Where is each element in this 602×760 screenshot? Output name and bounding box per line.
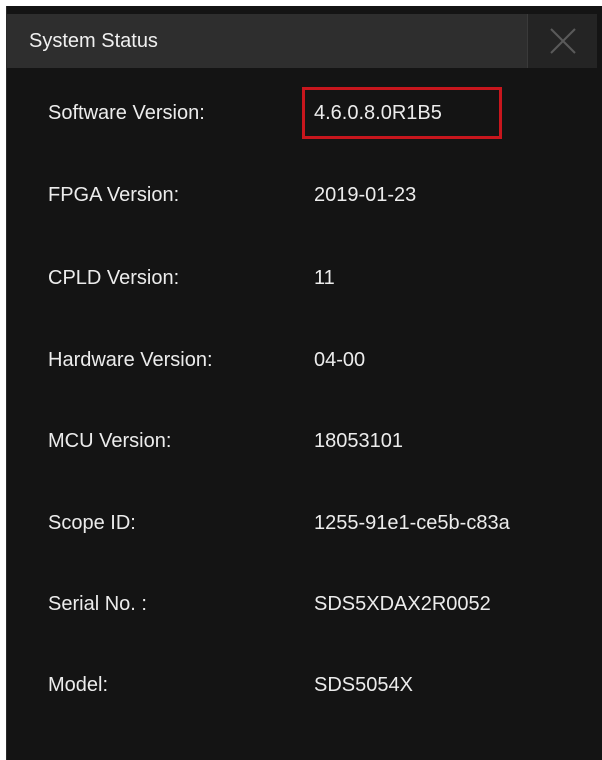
info-row-hardware-version: Hardware Version: 04-00 bbox=[7, 340, 597, 380]
mcu-version-value: 18053101 bbox=[314, 430, 403, 452]
close-button[interactable] bbox=[527, 14, 597, 68]
software-version-highlight bbox=[302, 87, 502, 139]
info-row-scope-id: Scope ID: 1255-91e1-ce5b-c83a bbox=[7, 503, 597, 543]
info-row-fpga-version: FPGA Version: 2019-01-23 bbox=[7, 175, 597, 215]
serial-no-label: Serial No. : bbox=[48, 593, 147, 615]
software-version-label: Software Version: bbox=[48, 102, 205, 124]
scope-id-value: 1255-91e1-ce5b-c83a bbox=[314, 512, 510, 534]
fpga-version-value: 2019-01-23 bbox=[314, 184, 417, 206]
info-row-model: Model: SDS5054X bbox=[7, 665, 597, 705]
info-row-serial-no: Serial No. : SDS5XDAX2R0052 bbox=[7, 584, 597, 624]
mcu-version-label: MCU Version: bbox=[48, 430, 172, 452]
dialog-title: System Status bbox=[29, 30, 158, 52]
serial-no-value: SDS5XDAX2R0052 bbox=[314, 593, 491, 615]
info-row-mcu-version: MCU Version: 18053101 bbox=[7, 421, 597, 461]
close-icon bbox=[550, 28, 576, 54]
fpga-version-label: FPGA Version: bbox=[48, 184, 180, 206]
dialog-titlebar: System Status bbox=[7, 14, 597, 68]
hardware-version-label: Hardware Version: bbox=[48, 349, 213, 371]
info-row-cpld-version: CPLD Version: 11 bbox=[7, 258, 597, 298]
model-label: Model: bbox=[48, 674, 109, 696]
model-value: SDS5054X bbox=[314, 674, 413, 696]
cpld-version-label: CPLD Version: bbox=[48, 267, 180, 289]
system-status-dialog: System Status Software Version: 4.6.0.8.… bbox=[6, 6, 602, 760]
cpld-version-value: 11 bbox=[314, 267, 335, 289]
scope-id-label: Scope ID: bbox=[48, 512, 136, 534]
hardware-version-value: 04-00 bbox=[314, 349, 366, 371]
